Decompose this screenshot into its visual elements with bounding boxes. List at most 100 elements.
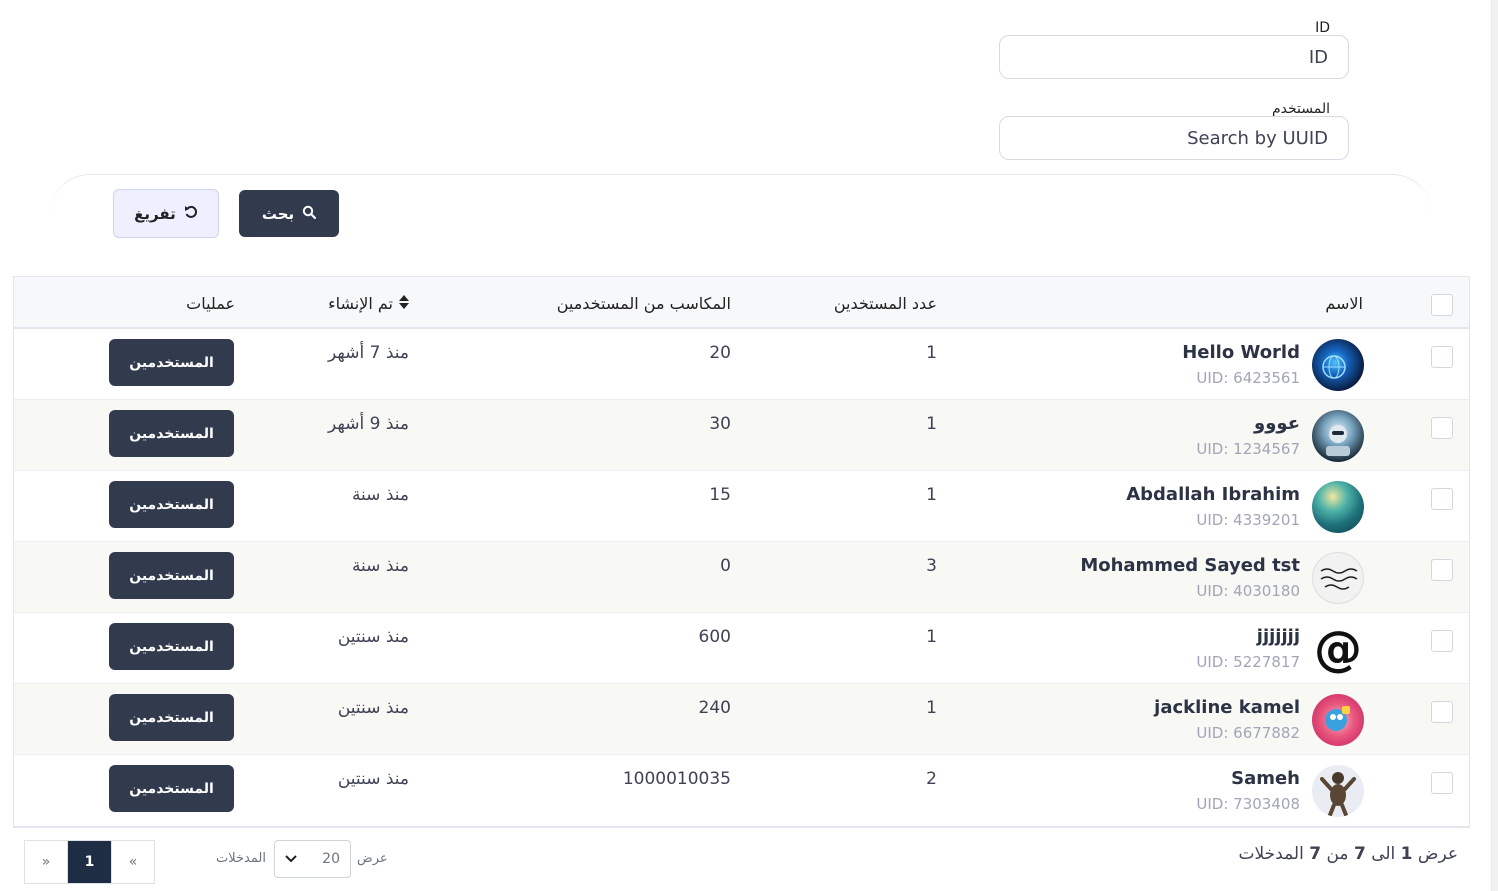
table-row: Sameh UID: 7303408 2 1000010035 منذ سنتي… [14, 755, 1469, 826]
user-label: المستخدم [1271, 101, 1330, 117]
row-earnings: 20 [709, 343, 731, 363]
undo-icon [184, 205, 198, 223]
select-all-checkbox[interactable] [1431, 294, 1453, 316]
summary-prefix: عرض [1417, 844, 1458, 864]
reset-button-label: تفريغ [134, 204, 176, 223]
row-created: منذ سنة [351, 485, 409, 505]
users-button[interactable]: المستخدمين [109, 694, 234, 741]
row-users-count: 1 [926, 698, 937, 718]
users-button[interactable]: المستخدمين [109, 339, 234, 386]
row-uid: UID: 4030180 [1196, 582, 1300, 600]
header-created[interactable]: تم الإنشاء [328, 294, 409, 313]
row-earnings: 30 [709, 414, 731, 434]
row-users-count: 1 [926, 485, 937, 505]
row-uid: UID: 1234567 [1196, 440, 1300, 458]
summary-suffix: المدخلات [1238, 844, 1304, 864]
per-page-suffix: المدخلات [216, 851, 266, 866]
user-search-input[interactable]: Search by UUID [999, 116, 1349, 160]
next-page-button[interactable]: » [25, 841, 68, 883]
row-name: jjjjjjj [1256, 626, 1300, 647]
row-name: Abdallah Ibrahim [1126, 484, 1300, 505]
row-uid: UID: 6677882 [1196, 724, 1300, 742]
row-created: منذ 9 أشهر [328, 414, 409, 434]
row-checkbox[interactable] [1431, 630, 1453, 652]
summary-of-word: من [1326, 844, 1349, 864]
per-page-prefix: عرض [357, 851, 388, 866]
calligraphy-avatar [1312, 552, 1364, 604]
water-avatar [1312, 481, 1364, 533]
row-earnings: 600 [698, 627, 731, 647]
users-button[interactable]: المستخدمين [109, 765, 234, 812]
row-checkbox[interactable] [1431, 417, 1453, 439]
search-button[interactable]: بحث [239, 190, 339, 237]
at-sign-avatar: @ [1312, 623, 1364, 675]
pagination: » 1 « [24, 840, 155, 884]
row-checkbox[interactable] [1431, 772, 1453, 794]
search-icon [302, 205, 317, 223]
row-uid: UID: 7303408 [1196, 795, 1300, 813]
table-row: عووو UID: 1234567 1 30 منذ 9 أشهر المستخ… [14, 400, 1469, 471]
id-label: ID [1315, 20, 1330, 36]
table-row: jackline kamel UID: 6677882 1 240 منذ سن… [14, 684, 1469, 755]
row-checkbox[interactable] [1431, 559, 1453, 581]
id-input[interactable]: ID [999, 35, 1349, 79]
row-users-count: 2 [926, 769, 937, 789]
users-button[interactable]: المستخدمين [109, 552, 234, 599]
table-row: Hello World UID: 6423561 1 20 منذ 7 أشهر… [14, 329, 1469, 400]
header-earnings[interactable]: المكاسب من المستخدمين [557, 294, 731, 313]
chevron-down-icon [285, 851, 297, 867]
row-name: Mohammed Sayed tst [1080, 555, 1300, 576]
row-created: منذ سنة [351, 556, 409, 576]
reset-button[interactable]: تفريغ [113, 189, 219, 238]
per-page-select[interactable]: 20 [274, 840, 351, 878]
summary-total: 7 [1309, 844, 1322, 864]
users-table: الاسم عدد المستخدين المكاسب من المستخدمي… [13, 276, 1470, 828]
header-name[interactable]: الاسم [1325, 294, 1363, 313]
row-users-count: 1 [926, 627, 937, 647]
header-users-count[interactable]: عدد المستخدين [834, 294, 937, 313]
users-button[interactable]: المستخدمين [109, 481, 234, 528]
row-users-count: 3 [926, 556, 937, 576]
row-checkbox[interactable] [1431, 346, 1453, 368]
row-created: منذ 7 أشهر [328, 343, 409, 363]
robot-avatar [1312, 410, 1364, 462]
row-earnings: 0 [720, 556, 731, 576]
page-scrollbar[interactable] [1491, 0, 1498, 891]
svg-text:@: @ [1314, 623, 1362, 675]
bear-avatar [1312, 765, 1364, 817]
row-uid: UID: 6423561 [1196, 369, 1300, 387]
row-name: jackline kamel [1154, 697, 1300, 718]
entries-summary: عرض 1 الى 7 من 7 المدخلات [1239, 844, 1458, 864]
row-earnings: 15 [709, 485, 731, 505]
row-name: عووو [1254, 413, 1300, 434]
table-row: @ jjjjjjj UID: 5227817 1 600 منذ سنتين ا… [14, 613, 1469, 684]
cartoon-avatar [1312, 694, 1364, 746]
summary-from: 1 [1400, 844, 1413, 864]
summary-to: 7 [1353, 844, 1366, 864]
table-row: Mohammed Sayed tst UID: 4030180 3 0 منذ … [14, 542, 1469, 613]
row-name: Hello World [1182, 342, 1300, 363]
sort-icon [399, 294, 409, 313]
prev-page-button[interactable]: « [111, 841, 154, 883]
row-uid: UID: 4339201 [1196, 511, 1300, 529]
header-created-label: تم الإنشاء [328, 294, 393, 313]
row-checkbox[interactable] [1431, 701, 1453, 723]
row-created: منذ سنتين [337, 698, 409, 718]
page-1-button[interactable]: 1 [68, 841, 111, 883]
per-page-value: 20 [322, 851, 340, 867]
row-checkbox[interactable] [1431, 488, 1453, 510]
row-users-count: 1 [926, 414, 937, 434]
users-button[interactable]: المستخدمين [109, 410, 234, 457]
table-row: Abdallah Ibrahim UID: 4339201 1 15 منذ س… [14, 471, 1469, 542]
header-actions: عمليات [186, 294, 235, 313]
row-created: منذ سنتين [337, 769, 409, 789]
users-button[interactable]: المستخدمين [109, 623, 234, 670]
row-uid: UID: 5227817 [1196, 653, 1300, 671]
globe-avatar [1312, 339, 1364, 391]
row-earnings: 1000010035 [622, 769, 731, 789]
row-earnings: 240 [698, 698, 731, 718]
row-created: منذ سنتين [337, 627, 409, 647]
summary-to-word: الى [1371, 844, 1396, 864]
row-users-count: 1 [926, 343, 937, 363]
row-name: Sameh [1231, 768, 1300, 789]
